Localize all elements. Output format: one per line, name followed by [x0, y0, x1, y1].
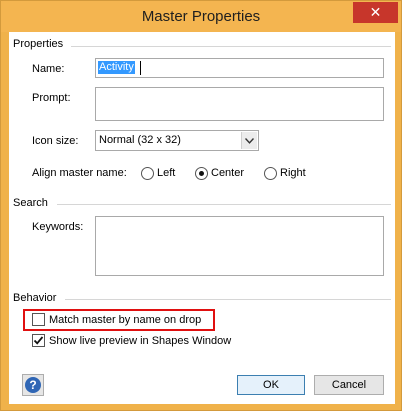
live-preview-checkbox[interactable]: [32, 334, 45, 347]
text-caret: [140, 61, 141, 75]
prompt-field[interactable]: [95, 87, 384, 121]
dialog-title: Master Properties: [141, 8, 261, 25]
live-preview-label: Show live preview in Shapes Window: [49, 335, 232, 347]
align-center-label: Center: [211, 167, 245, 179]
align-right-label: Right: [280, 167, 306, 179]
search-divider: [57, 204, 391, 205]
dialog-body: Properties Name: Activity Prompt: Icon s…: [9, 32, 395, 404]
chevron-down-icon[interactable]: [241, 132, 257, 149]
icon-size-value: Normal (32 x 32): [99, 134, 181, 146]
align-left-radio[interactable]: [141, 167, 154, 180]
help-icon: ?: [25, 377, 41, 393]
icon-size-label: Icon size:: [32, 135, 79, 147]
help-button[interactable]: ?: [22, 374, 44, 396]
close-button[interactable]: ✕: [353, 2, 398, 23]
search-group-label: Search: [13, 197, 48, 209]
icon-size-select[interactable]: Normal (32 x 32): [95, 130, 259, 151]
name-value: Activity: [98, 61, 135, 74]
properties-divider: [71, 46, 391, 47]
prompt-label: Prompt:: [32, 92, 71, 104]
ok-button[interactable]: OK: [237, 375, 305, 395]
properties-group-label: Properties: [13, 38, 64, 50]
match-master-label: Match master by name on drop: [49, 314, 202, 326]
match-master-checkbox[interactable]: [32, 313, 45, 326]
name-label: Name:: [32, 63, 65, 75]
align-right-radio[interactable]: [264, 167, 277, 180]
align-master-name-label: Align master name:: [32, 167, 127, 179]
align-left-label: Left: [157, 167, 176, 179]
cancel-button[interactable]: Cancel: [314, 375, 384, 395]
keywords-label: Keywords:: [32, 221, 84, 233]
checkmark-icon: [33, 336, 44, 345]
name-field[interactable]: Activity: [95, 58, 384, 78]
close-icon: ✕: [369, 4, 382, 20]
title-bar[interactable]: Master Properties ✕: [1, 1, 401, 32]
behavior-group-label: Behavior: [13, 292, 57, 304]
master-properties-dialog: Master Properties ✕ Properties Name: Act…: [0, 0, 402, 411]
keywords-field[interactable]: [95, 216, 384, 276]
behavior-divider: [65, 299, 391, 300]
align-center-radio[interactable]: [195, 167, 208, 180]
